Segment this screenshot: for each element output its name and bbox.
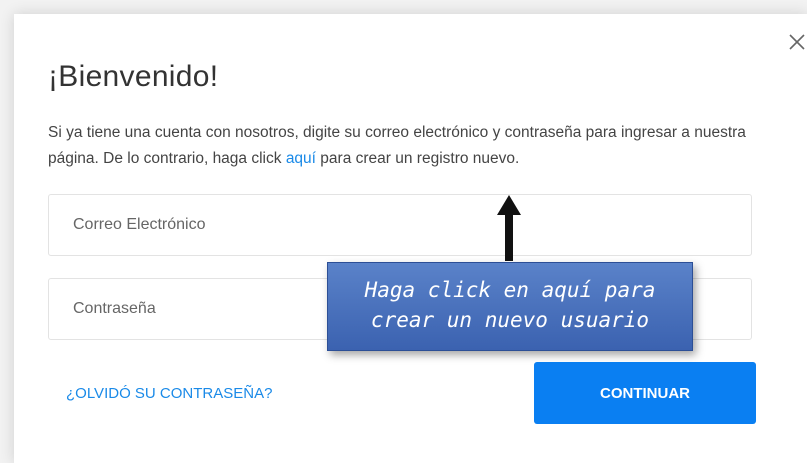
annotation-callout: Haga click en aquí para crear un nuevo u… (327, 262, 693, 351)
intro-text-after: para crear un registro nuevo. (315, 150, 520, 167)
register-link[interactable]: aquí (286, 150, 316, 167)
forgot-password-link[interactable]: ¿OLVIDÓ SU CONTRASEÑA? (66, 385, 272, 402)
arrow-up-icon (497, 195, 521, 261)
callout-line-1: Haga click en aquí para (364, 278, 656, 302)
close-icon[interactable] (786, 31, 807, 53)
email-field[interactable] (49, 195, 751, 255)
dialog-title: ¡Bienvenido! (48, 60, 219, 93)
intro-text: Si ya tiene una cuenta con nosotros, dig… (48, 120, 778, 172)
callout-line-2: crear un nuevo usuario (370, 308, 650, 332)
email-field-container (48, 194, 752, 256)
continue-button[interactable]: CONTINUAR (534, 362, 756, 424)
